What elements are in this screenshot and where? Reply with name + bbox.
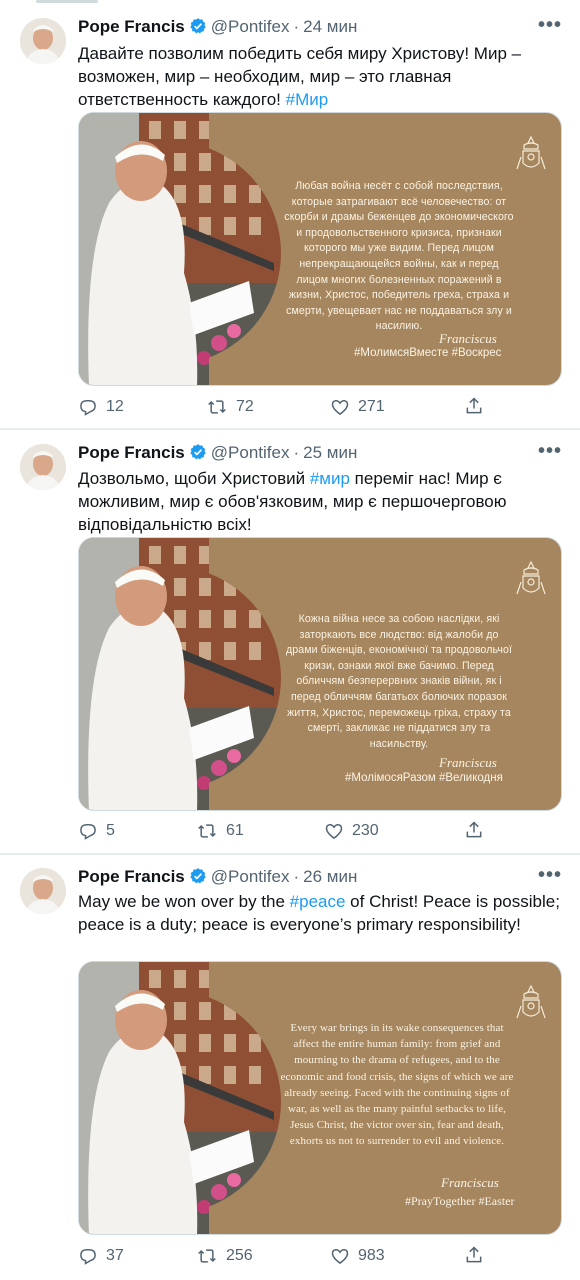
like-icon	[325, 823, 343, 840]
like-icon	[331, 1248, 349, 1265]
tweet-3[interactable]: Pope Francis @Pontifex · 26 мин ••• May we …	[0, 855, 580, 1280]
reply-count: 12	[106, 398, 124, 415]
separator-dot: ·	[293, 443, 300, 462]
crest-icon	[516, 984, 546, 1019]
hashtag-link[interactable]: #мир	[310, 469, 350, 488]
more-icon[interactable]: •••	[538, 14, 562, 37]
signature: Franciscus	[439, 331, 497, 346]
tweet-text: Дозвольмо, щоби Христовий #мир переміг н…	[78, 467, 568, 536]
avatar[interactable]	[20, 18, 66, 64]
tweet-text-body: May we be won over by the	[78, 892, 290, 911]
retweet-button[interactable]: 61	[196, 820, 244, 842]
card-hashtags: #МолімосяРазом #Великодня	[345, 772, 503, 784]
avatar[interactable]	[20, 444, 66, 490]
tweet-header: Pope Francis @Pontifex · 24 мин	[78, 16, 357, 38]
share-icon	[466, 397, 482, 414]
card-quote: Кожна війна несе за собою наслідки, які …	[285, 613, 513, 750]
action-bar: 12 72 271	[78, 396, 498, 418]
tweet-header: Pope Francis @Pontifex · 26 мин	[78, 866, 357, 888]
like-button[interactable]: 230	[324, 820, 379, 842]
retweet-count: 61	[226, 822, 244, 839]
action-bar: 5 61 230	[78, 820, 498, 842]
retweet-button[interactable]: 72	[206, 396, 254, 418]
timestamp[interactable]: 25 мин	[303, 443, 357, 462]
like-button[interactable]: 271	[330, 396, 385, 418]
like-count: 230	[352, 822, 379, 839]
retweet-icon	[208, 400, 226, 414]
tweet-header: Pope Francis @Pontifex · 25 мин	[78, 442, 357, 464]
crest-icon	[516, 135, 546, 170]
author-name[interactable]: Pope Francis	[78, 443, 185, 462]
reply-count: 37	[106, 1247, 124, 1264]
like-button[interactable]: 983	[330, 1245, 385, 1267]
retweet-count: 256	[226, 1247, 253, 1264]
share-icon	[466, 821, 482, 838]
like-count: 983	[358, 1247, 385, 1264]
share-button[interactable]	[464, 1245, 484, 1265]
separator-dot: ·	[293, 17, 300, 36]
verified-badge-icon	[189, 17, 207, 41]
tweet-image-card[interactable]: Любая война несёт с собой последствия, к…	[78, 112, 562, 386]
tweet-2[interactable]: Pope Francis @Pontifex · 25 мин ••• Дозволь…	[0, 430, 580, 853]
more-icon[interactable]: •••	[538, 440, 562, 463]
hashtag-link[interactable]: #peace	[290, 892, 346, 911]
share-button[interactable]	[464, 396, 484, 416]
reply-button[interactable]: 12	[78, 396, 124, 418]
share-icon	[466, 1246, 482, 1263]
author-name[interactable]: Pope Francis	[78, 17, 185, 36]
tweet-text-body: Дозвольмо, щоби Христовий	[78, 469, 310, 488]
reply-button[interactable]: 5	[78, 820, 115, 842]
avatar[interactable]	[20, 868, 66, 914]
reply-icon	[80, 824, 96, 840]
action-bar: 37 256 983	[78, 1245, 498, 1267]
signature: Franciscus	[439, 755, 497, 770]
reply-count: 5	[106, 822, 115, 839]
tweet-1[interactable]: Pope Francis @Pontifex · 24 мин ••• Давайте…	[0, 0, 580, 428]
timestamp[interactable]: 24 мин	[303, 17, 357, 36]
author-handle[interactable]: @Pontifex	[211, 17, 290, 36]
more-icon[interactable]: •••	[538, 864, 562, 887]
reply-icon	[80, 1249, 96, 1265]
separator-dot: ·	[293, 867, 300, 886]
like-icon	[331, 399, 349, 416]
retweet-button[interactable]: 256	[196, 1245, 253, 1267]
tweet-text: Давайте позволим победить себя миру Хрис…	[78, 42, 568, 111]
author-name[interactable]: Pope Francis	[78, 867, 185, 886]
timestamp[interactable]: 26 мин	[303, 867, 357, 886]
retweet-icon	[198, 1249, 216, 1263]
reply-button[interactable]: 37	[78, 1245, 124, 1267]
card-quote: Любая война несёт с собой последствия, к…	[284, 180, 514, 333]
reply-icon	[80, 400, 96, 416]
signature: Franciscus	[441, 1175, 499, 1190]
retweet-count: 72	[236, 398, 254, 415]
share-button[interactable]	[464, 820, 484, 840]
tweet-image-card[interactable]: Every war brings in its wake consequence…	[78, 961, 562, 1235]
author-handle[interactable]: @Pontifex	[211, 867, 290, 886]
tweet-text: May we be won over by the #peace of Chri…	[78, 890, 568, 936]
card-quote: Every war brings in its wake consequence…	[280, 1022, 514, 1148]
card-hashtags: #МолимсяВместе #Воскрес	[354, 347, 502, 359]
retweet-icon	[198, 824, 216, 838]
verified-badge-icon	[189, 867, 207, 891]
tweet-image-card[interactable]: Кожна війна несе за собою наслідки, які …	[78, 537, 562, 811]
like-count: 271	[358, 398, 385, 415]
verified-badge-icon	[189, 443, 207, 467]
crest-icon	[516, 560, 546, 595]
card-hashtags: #PrayTogether #Easter	[405, 1194, 515, 1208]
author-handle[interactable]: @Pontifex	[211, 443, 290, 462]
hashtag-link[interactable]: #Мир	[286, 90, 329, 109]
